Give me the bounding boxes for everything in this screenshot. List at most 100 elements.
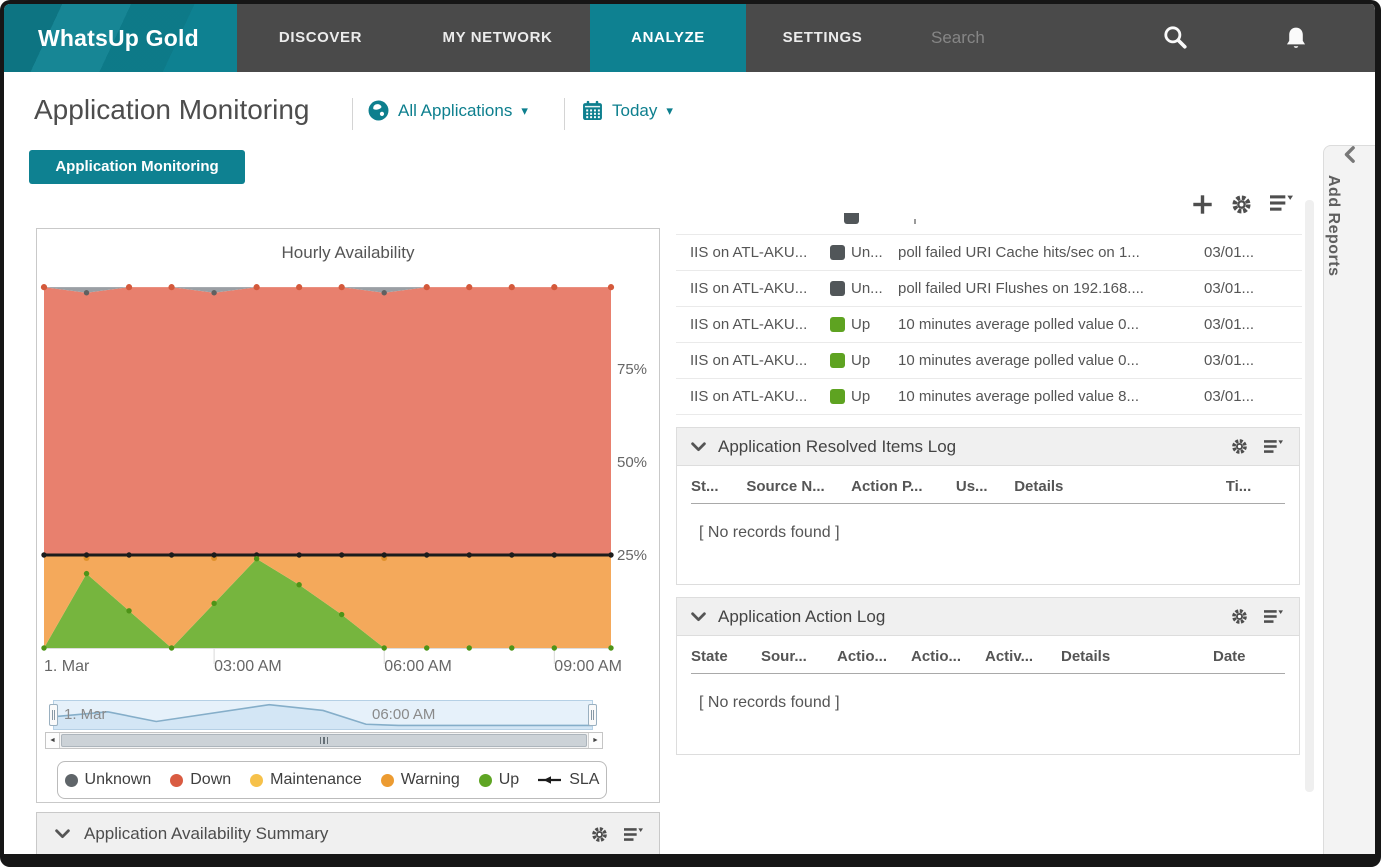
tab-application-monitoring[interactable]: Application Monitoring (29, 150, 245, 184)
column-header[interactable]: Date (1213, 648, 1273, 665)
app-window: WhatsUp Gold DISCOVER MY NETWORK ANALYZE… (0, 0, 1381, 867)
gear-icon[interactable] (1231, 608, 1248, 625)
scope-selector-label: All Applications (398, 101, 512, 121)
svg-text:1. Mar: 1. Mar (44, 658, 90, 675)
warning-dot-icon (381, 774, 394, 787)
application-event-log-list: IIS on ATL-AKU... Un... poll failed URI … (676, 200, 1302, 419)
globe-icon (368, 100, 389, 121)
svg-text:75%: 75% (617, 361, 647, 378)
date-selector-label: Today (612, 101, 657, 121)
legend-item-warning[interactable]: Warning (381, 771, 460, 789)
gear-icon[interactable] (591, 826, 608, 843)
column-header[interactable]: Source N... (746, 478, 851, 495)
column-header[interactable]: St... (691, 478, 746, 495)
table-row[interactable]: IIS on ATL-AKU... Up 10 minutes average … (676, 343, 1302, 379)
state-badge (830, 317, 845, 332)
resolved-items-log-section: Application Resolved Items Log St... Sou… (676, 427, 1300, 585)
svg-text:25%: 25% (617, 547, 647, 564)
table-row[interactable]: IIS on ATL-AKU... Up 10 minutes average … (676, 307, 1302, 343)
empty-state-text: [ No records found ] (699, 524, 1299, 542)
navigator-right-handle[interactable] (588, 704, 597, 726)
scope-selector[interactable]: All Applications ▾ (368, 100, 528, 121)
nav-item-settings[interactable]: SETTINGS (775, 4, 870, 72)
page-title: Application Monitoring (34, 94, 310, 126)
navigator-mid-label: 06:00 AM (372, 706, 435, 723)
legend-item-unknown[interactable]: Unknown (65, 771, 152, 789)
column-header[interactable]: Details (1061, 648, 1213, 665)
column-header[interactable]: Actio... (911, 648, 985, 665)
add-reports-panel[interactable]: Add Reports (1323, 145, 1375, 854)
chevron-down-icon: ▾ (666, 104, 673, 117)
table-row[interactable]: IIS on ATL-AKU... Un... poll failed URI … (676, 235, 1302, 271)
column-headers: St... Source N... Action P... Us... Deta… (691, 478, 1285, 495)
state-badge (830, 281, 845, 296)
resolved-items-log-header[interactable]: Application Resolved Items Log (677, 428, 1299, 466)
calendar-icon (582, 100, 603, 121)
availability-summary-section[interactable]: Application Availability Summary (36, 812, 660, 856)
column-header[interactable]: Actio... (837, 648, 911, 665)
legend-item-maintenance[interactable]: Maintenance (250, 771, 362, 789)
scroll-left-arrow[interactable]: ◄ (46, 733, 60, 748)
logo[interactable]: WhatsUp Gold (4, 4, 237, 72)
table-row[interactable]: IIS on ATL-AKU... Un... poll failed URI … (676, 271, 1302, 307)
nav-item-my-network[interactable]: MY NETWORK (430, 4, 565, 72)
empty-state-text: [ No records found ] (699, 694, 1299, 712)
date-selector[interactable]: Today ▾ (582, 100, 673, 121)
legend-item-sla[interactable]: SLA (538, 771, 599, 789)
column-headers: State Sour... Actio... Actio... Activ...… (691, 648, 1285, 665)
menu-icon[interactable] (1264, 439, 1283, 454)
svg-text:06:00 AM: 06:00 AM (384, 658, 452, 675)
chevron-down-icon[interactable] (691, 612, 706, 622)
state-badge (830, 389, 845, 404)
bell-icon[interactable] (1285, 26, 1307, 50)
state-badge (830, 353, 845, 368)
column-header[interactable]: Ti... (1226, 478, 1285, 495)
divider (352, 98, 353, 130)
svg-text:03:00 AM: 03:00 AM (214, 658, 282, 675)
chevron-down-icon: ▾ (521, 104, 528, 117)
chart-horizontal-scrollbar[interactable]: ◄ ► (45, 732, 603, 749)
search-icon[interactable] (1162, 24, 1188, 50)
clipped-row-badge (844, 213, 859, 224)
up-dot-icon (479, 774, 492, 787)
sla-line-icon (538, 775, 562, 785)
svg-text:50%: 50% (617, 454, 647, 471)
search-input[interactable] (929, 4, 1119, 72)
action-log-header[interactable]: Application Action Log (677, 598, 1299, 636)
down-dot-icon (170, 774, 183, 787)
top-nav: WhatsUp Gold DISCOVER MY NETWORK ANALYZE… (4, 4, 1375, 72)
menu-icon[interactable] (624, 827, 643, 842)
chart-range-navigator[interactable]: 1. Mar 06:00 AM (53, 700, 593, 730)
chart-title: Hourly Availability (37, 243, 659, 263)
navigator-mini-chart (54, 701, 592, 729)
column-header[interactable]: Action P... (851, 478, 956, 495)
state-badge (830, 245, 845, 260)
menu-icon[interactable] (1264, 609, 1283, 624)
table-row[interactable]: IIS on ATL-AKU... Up 10 minutes average … (676, 379, 1302, 415)
chevron-left-icon (1324, 146, 1375, 163)
chevron-down-icon[interactable] (691, 442, 706, 452)
section-title: Application Resolved Items Log (718, 437, 956, 457)
action-log-section: Application Action Log State Sour... Act… (676, 597, 1300, 755)
section-title: Application Availability Summary (84, 824, 328, 844)
column-header[interactable]: Sour... (761, 648, 837, 665)
navigator-left-handle[interactable] (49, 704, 58, 726)
column-header[interactable]: Activ... (985, 648, 1061, 665)
column-header[interactable]: Details (1014, 478, 1226, 495)
legend-item-up[interactable]: Up (479, 771, 519, 789)
chevron-down-icon[interactable] (55, 829, 70, 839)
clipped-row-text (914, 219, 916, 224)
divider (564, 98, 565, 130)
hourly-availability-chart: 25%50%75%1. Mar03:00 AM06:00 AM09:00 AM (39, 267, 657, 695)
divider (691, 503, 1285, 504)
legend-item-down[interactable]: Down (170, 771, 231, 789)
unknown-dot-icon (65, 774, 78, 787)
nav-item-discover[interactable]: DISCOVER (273, 4, 368, 72)
scroll-right-arrow[interactable]: ► (588, 733, 602, 748)
column-header[interactable]: Us... (956, 478, 1014, 495)
gear-icon[interactable] (1231, 438, 1248, 455)
column-header[interactable]: State (691, 648, 761, 665)
scrollbar-thumb[interactable] (61, 734, 587, 747)
nav-item-analyze[interactable]: ANALYZE (590, 4, 746, 72)
right-panel-scrollbar[interactable] (1305, 200, 1314, 792)
